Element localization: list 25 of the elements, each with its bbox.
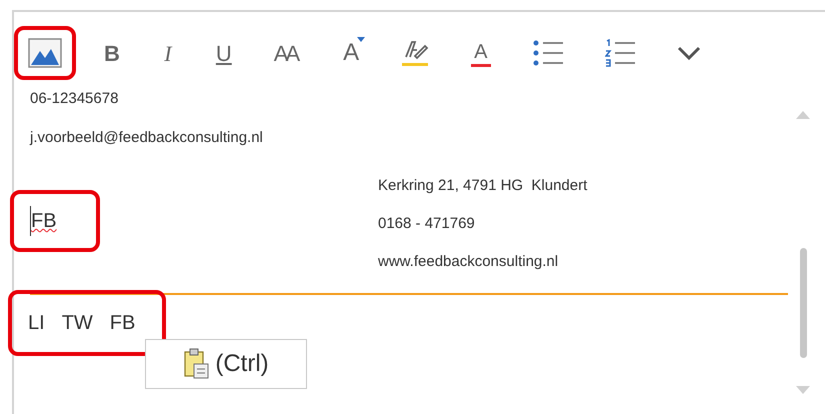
logo-text: FB: [30, 206, 57, 236]
grow-font-button[interactable]: A: [329, 26, 374, 80]
font-color-button[interactable]: A: [457, 26, 504, 80]
chevron-down-icon: [676, 45, 700, 61]
address-line: Kerkring 21, 4791 HG Klundert: [378, 177, 588, 195]
address-line: 0168 - 471769: [378, 215, 476, 233]
address-line: www.feedbackconsulting.nl: [378, 253, 560, 271]
highlighter-icon: [401, 38, 430, 68]
underline-button[interactable]: U: [202, 26, 246, 80]
bullet-list-icon: [532, 39, 562, 67]
phone-number: 06-12345678: [30, 89, 118, 109]
social-link[interactable]: FB: [110, 308, 136, 338]
social-link[interactable]: TW: [62, 308, 93, 338]
social-link[interactable]: LI: [28, 308, 45, 338]
paste-options-button[interactable]: (Ctrl): [145, 339, 307, 389]
insert-picture-button[interactable]: [14, 26, 76, 80]
numbered-list-icon: [604, 39, 634, 67]
italic-button[interactable]: I: [148, 26, 188, 80]
image-icon: [28, 38, 62, 68]
triangle-icon: [357, 37, 366, 42]
clipboard-icon: [183, 348, 210, 380]
scrollbar-thumb[interactable]: [800, 248, 807, 358]
bold-button[interactable]: B: [90, 26, 134, 80]
email-address: j.voorbeeld@feedbackconsulting.nl: [30, 128, 263, 148]
font-size-button[interactable]: AA: [260, 26, 316, 80]
